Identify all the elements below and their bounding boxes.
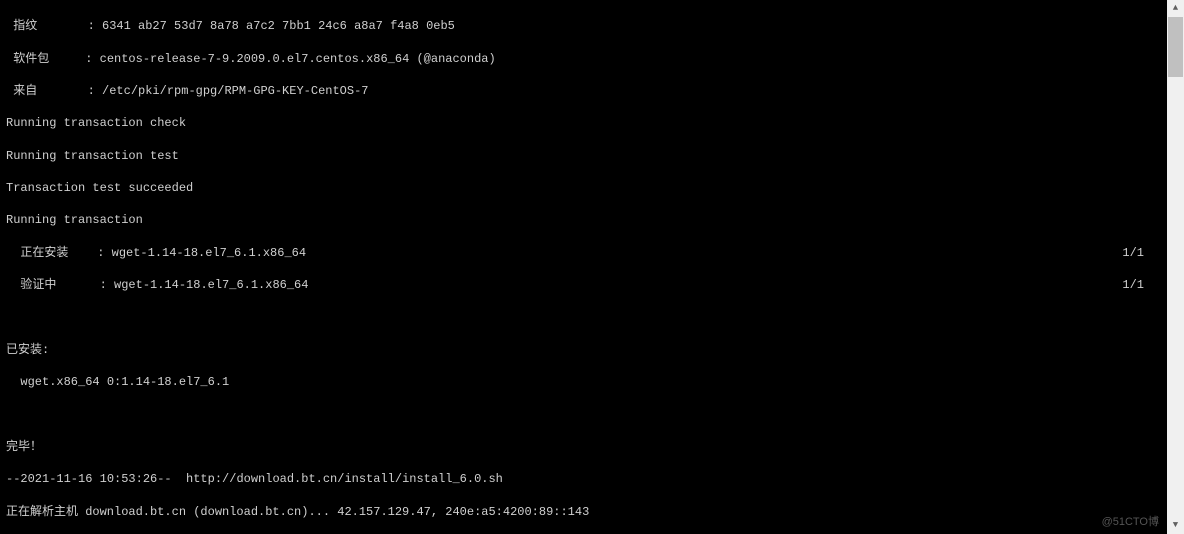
installing-value: : wget-1.14-18.el7_6.1.x86_64 (97, 246, 306, 260)
transaction-running: Running transaction (6, 212, 1178, 228)
package-label: 软件包 (6, 52, 85, 66)
fingerprint-value: : 6341 ab27 53d7 8a78 a7c2 7bb1 24c6 a8a… (88, 19, 455, 33)
wget-timestamp: --2021-11-16 10:53:26-- http://download.… (6, 471, 1178, 487)
package-value: : centos-release-7-9.2009.0.el7.centos.x… (85, 52, 495, 66)
scrollbar-down-icon[interactable]: ▼ (1167, 517, 1184, 534)
verifying-value: : wget-1.14-18.el7_6.1.x86_64 (100, 278, 309, 292)
transaction-test: Running transaction test (6, 148, 1178, 164)
scrollbar-up-icon[interactable]: ▲ (1167, 0, 1184, 17)
installing-count: 1/1 (1122, 245, 1144, 261)
transaction-succeeded: Transaction test succeeded (6, 180, 1178, 196)
watermark-text: @51CTO博 (1102, 515, 1159, 530)
verifying-count: 1/1 (1122, 277, 1144, 293)
installed-label: 已安装: (6, 342, 1178, 358)
scrollbar-track[interactable]: ▲ ▼ (1167, 0, 1184, 534)
terminal-output[interactable]: 指纹 : 6341 ab27 53d7 8a78 a7c2 7bb1 24c6 … (0, 0, 1184, 534)
from-label: 来自 (6, 84, 88, 98)
transaction-check: Running transaction check (6, 115, 1178, 131)
installing-label: 正在安装 (6, 246, 97, 260)
complete-label: 完毕！ (6, 439, 1178, 455)
wget-resolving: 正在解析主机 download.bt.cn (download.bt.cn)..… (6, 504, 1178, 520)
scrollbar-thumb[interactable] (1168, 17, 1183, 77)
from-value: : /etc/pki/rpm-gpg/RPM-GPG-KEY-CentOS-7 (88, 84, 369, 98)
fingerprint-label: 指纹 (6, 19, 88, 33)
verifying-label: 验证中 (6, 278, 100, 292)
installed-package: wget.x86_64 0:1.14-18.el7_6.1 (6, 374, 1178, 390)
